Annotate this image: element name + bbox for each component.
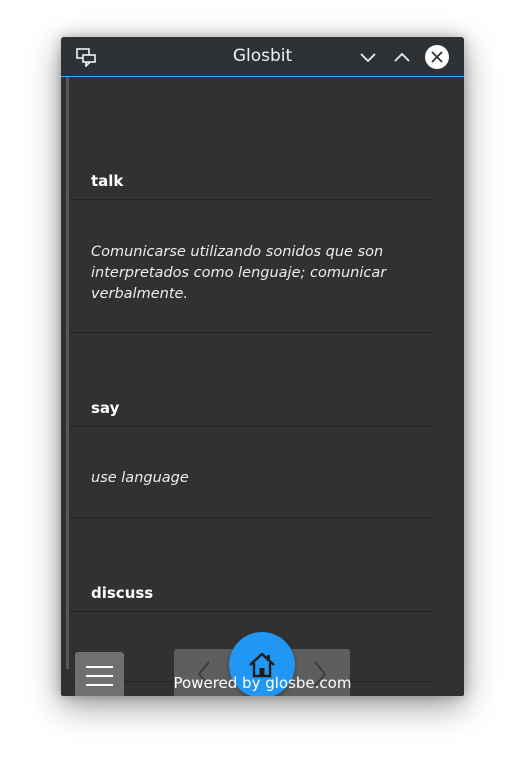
title-bar[interactable]: Glosbit bbox=[61, 37, 464, 77]
entry-term: say bbox=[91, 399, 120, 417]
divider bbox=[70, 611, 434, 612]
scroll-rule bbox=[66, 77, 69, 669]
entry-term: discuss bbox=[91, 584, 154, 602]
close-button[interactable] bbox=[424, 37, 450, 76]
entry-term: talk bbox=[91, 172, 124, 190]
entries-area[interactable]: talk Comunicarse utilizando sonidos que … bbox=[61, 77, 464, 696]
divider bbox=[70, 199, 434, 200]
close-icon[interactable] bbox=[425, 44, 449, 69]
chevron-up-icon[interactable] bbox=[391, 37, 413, 76]
entry-definition: Comunicarse utilizando sonidos que son i… bbox=[91, 244, 387, 302]
divider bbox=[70, 426, 434, 427]
divider bbox=[70, 517, 434, 518]
entry-definition: use language bbox=[91, 470, 189, 486]
chevron-down-icon[interactable] bbox=[357, 37, 379, 76]
powered-by-footer[interactable]: Powered by glosbe.com bbox=[61, 671, 464, 695]
app-window: Glosbit talk Comunicarse utilizando soni… bbox=[61, 37, 464, 696]
divider bbox=[70, 332, 434, 333]
hamburger-menu-icon bbox=[86, 666, 113, 668]
